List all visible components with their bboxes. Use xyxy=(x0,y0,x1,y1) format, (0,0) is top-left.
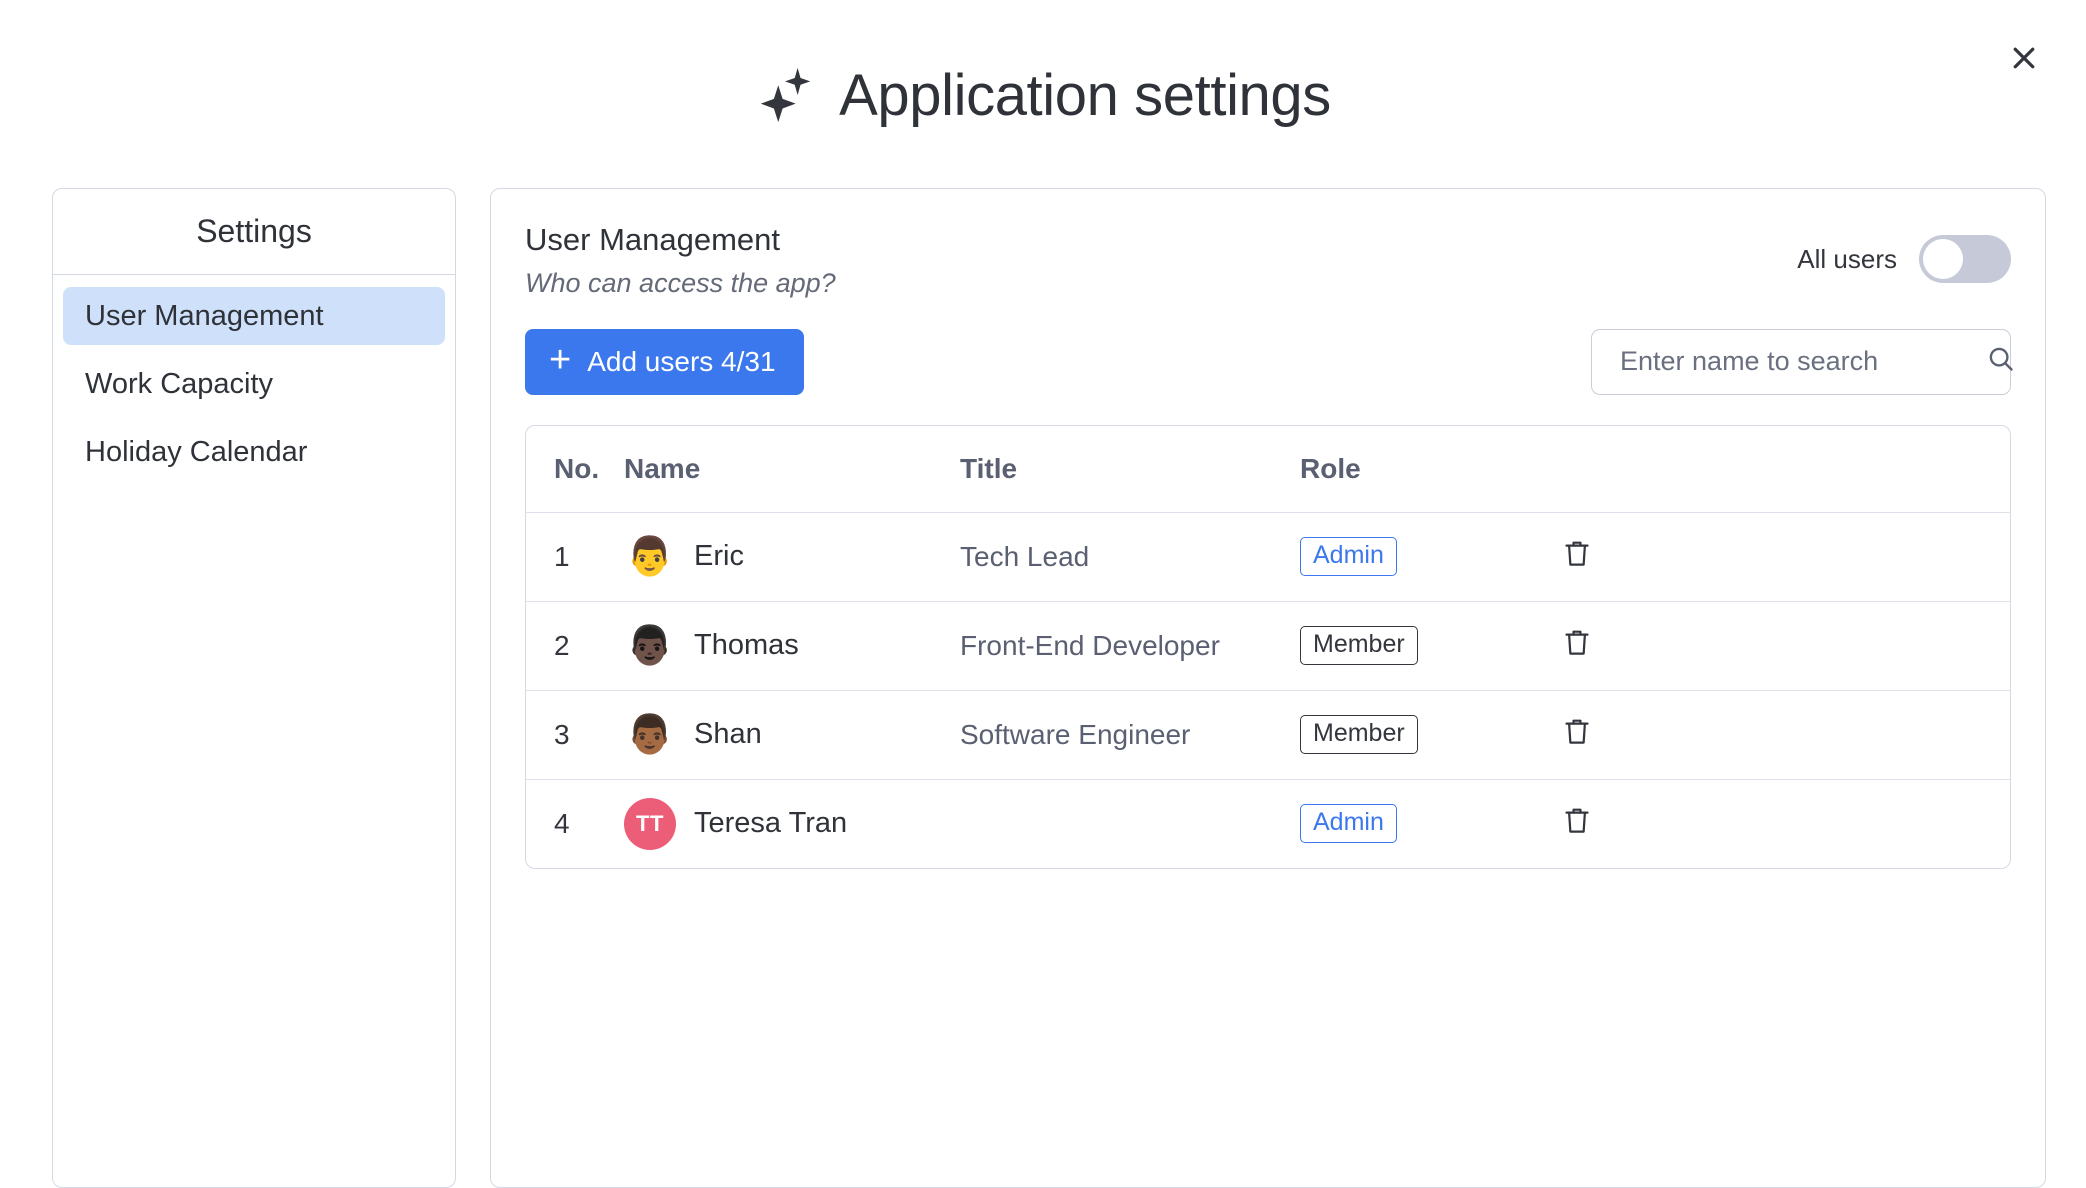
user-name: Eric xyxy=(694,540,744,573)
all-users-toggle-group: All users xyxy=(1797,235,2011,283)
settings-sidebar: Settings User Management Work Capacity H… xyxy=(52,188,456,1188)
cell-no: 4 xyxy=(526,808,624,840)
table-row: 1 👨 Eric Tech Lead Admin xyxy=(526,513,2010,602)
table-row: 4 TT Teresa Tran Admin xyxy=(526,780,2010,868)
sparkles-icon xyxy=(755,62,817,129)
cell-no: 2 xyxy=(526,630,624,662)
cell-role: Admin xyxy=(1300,537,1550,576)
column-header-title: Title xyxy=(960,453,1300,485)
cell-name: TT Teresa Tran xyxy=(624,798,960,850)
all-users-label: All users xyxy=(1797,244,1897,275)
sidebar-item-label: Holiday Calendar xyxy=(85,436,307,469)
user-name: Thomas xyxy=(694,629,799,662)
toggle-knob xyxy=(1923,239,1963,279)
cell-actions xyxy=(1550,712,2010,758)
cell-title: Front-End Developer xyxy=(960,630,1300,662)
column-header-no: No. xyxy=(526,453,624,485)
cell-no: 1 xyxy=(526,541,624,573)
sidebar-item-label: Work Capacity xyxy=(85,368,273,401)
cell-name: 👨 Eric xyxy=(624,531,960,583)
cell-name: 👨🏾 Shan xyxy=(624,709,960,761)
plus-icon: + xyxy=(549,341,571,379)
delete-user-button[interactable] xyxy=(1554,623,1600,669)
sidebar-item-user-management[interactable]: User Management xyxy=(63,287,445,345)
avatar: TT xyxy=(624,798,676,850)
user-management-panel: User Management Who can access the app? … xyxy=(490,188,2046,1188)
delete-user-button[interactable] xyxy=(1554,801,1600,847)
cell-title: Software Engineer xyxy=(960,719,1300,751)
avatar: 👨🏾 xyxy=(624,709,676,761)
page-title: Application settings xyxy=(0,62,2086,129)
sidebar-item-holiday-calendar[interactable]: Holiday Calendar xyxy=(63,423,445,481)
avatar: 👨 xyxy=(624,531,676,583)
settings-layout: Settings User Management Work Capacity H… xyxy=(0,188,2086,1170)
cell-no: 3 xyxy=(526,719,624,751)
panel-heading: User Management xyxy=(525,221,836,260)
add-users-label: Add users 4/31 xyxy=(587,346,775,378)
panel-subheading: Who can access the app? xyxy=(525,268,836,299)
avatar: 👨🏿 xyxy=(624,620,676,672)
trash-icon xyxy=(1562,538,1592,575)
search-box[interactable] xyxy=(1591,329,2011,395)
sidebar-item-label: User Management xyxy=(85,300,324,333)
table-controls: + Add users 4/31 xyxy=(525,329,2011,395)
column-header-role: Role xyxy=(1300,453,1550,485)
sidebar-item-work-capacity[interactable]: Work Capacity xyxy=(63,355,445,413)
panel-header: User Management Who can access the app? … xyxy=(525,221,2011,299)
cell-name: 👨🏿 Thomas xyxy=(624,620,960,672)
cell-actions xyxy=(1550,623,2010,669)
table-row: 2 👨🏿 Thomas Front-End Developer Member xyxy=(526,602,2010,691)
delete-user-button[interactable] xyxy=(1554,534,1600,580)
role-badge[interactable]: Admin xyxy=(1300,537,1397,576)
column-header-name: Name xyxy=(624,453,960,485)
trash-icon xyxy=(1562,627,1592,664)
cell-title: Tech Lead xyxy=(960,541,1300,573)
table-header-row: No. Name Title Role xyxy=(526,426,2010,513)
role-badge[interactable]: Admin xyxy=(1300,804,1397,843)
trash-icon xyxy=(1562,716,1592,753)
panel-header-text: User Management Who can access the app? xyxy=(525,221,836,299)
user-name: Shan xyxy=(694,718,762,751)
role-badge[interactable]: Member xyxy=(1300,626,1418,665)
user-name: Teresa Tran xyxy=(694,807,847,840)
delete-user-button[interactable] xyxy=(1554,712,1600,758)
search-input[interactable] xyxy=(1618,345,1976,378)
role-badge[interactable]: Member xyxy=(1300,715,1418,754)
cell-actions xyxy=(1550,534,2010,580)
cell-role: Member xyxy=(1300,715,1550,754)
users-table: No. Name Title Role 1 👨 Eric Tech Lead A… xyxy=(525,425,2011,869)
cell-actions xyxy=(1550,801,2010,847)
page-title-text: Application settings xyxy=(839,67,1331,125)
sidebar-title: Settings xyxy=(53,189,455,275)
table-row: 3 👨🏾 Shan Software Engineer Member xyxy=(526,691,2010,780)
search-icon xyxy=(1986,344,2016,379)
sidebar-item-list: User Management Work Capacity Holiday Ca… xyxy=(53,275,455,481)
trash-icon xyxy=(1562,805,1592,842)
cell-role: Admin xyxy=(1300,804,1550,843)
all-users-toggle[interactable] xyxy=(1919,235,2011,283)
add-users-button[interactable]: + Add users 4/31 xyxy=(525,329,804,395)
cell-role: Member xyxy=(1300,626,1550,665)
